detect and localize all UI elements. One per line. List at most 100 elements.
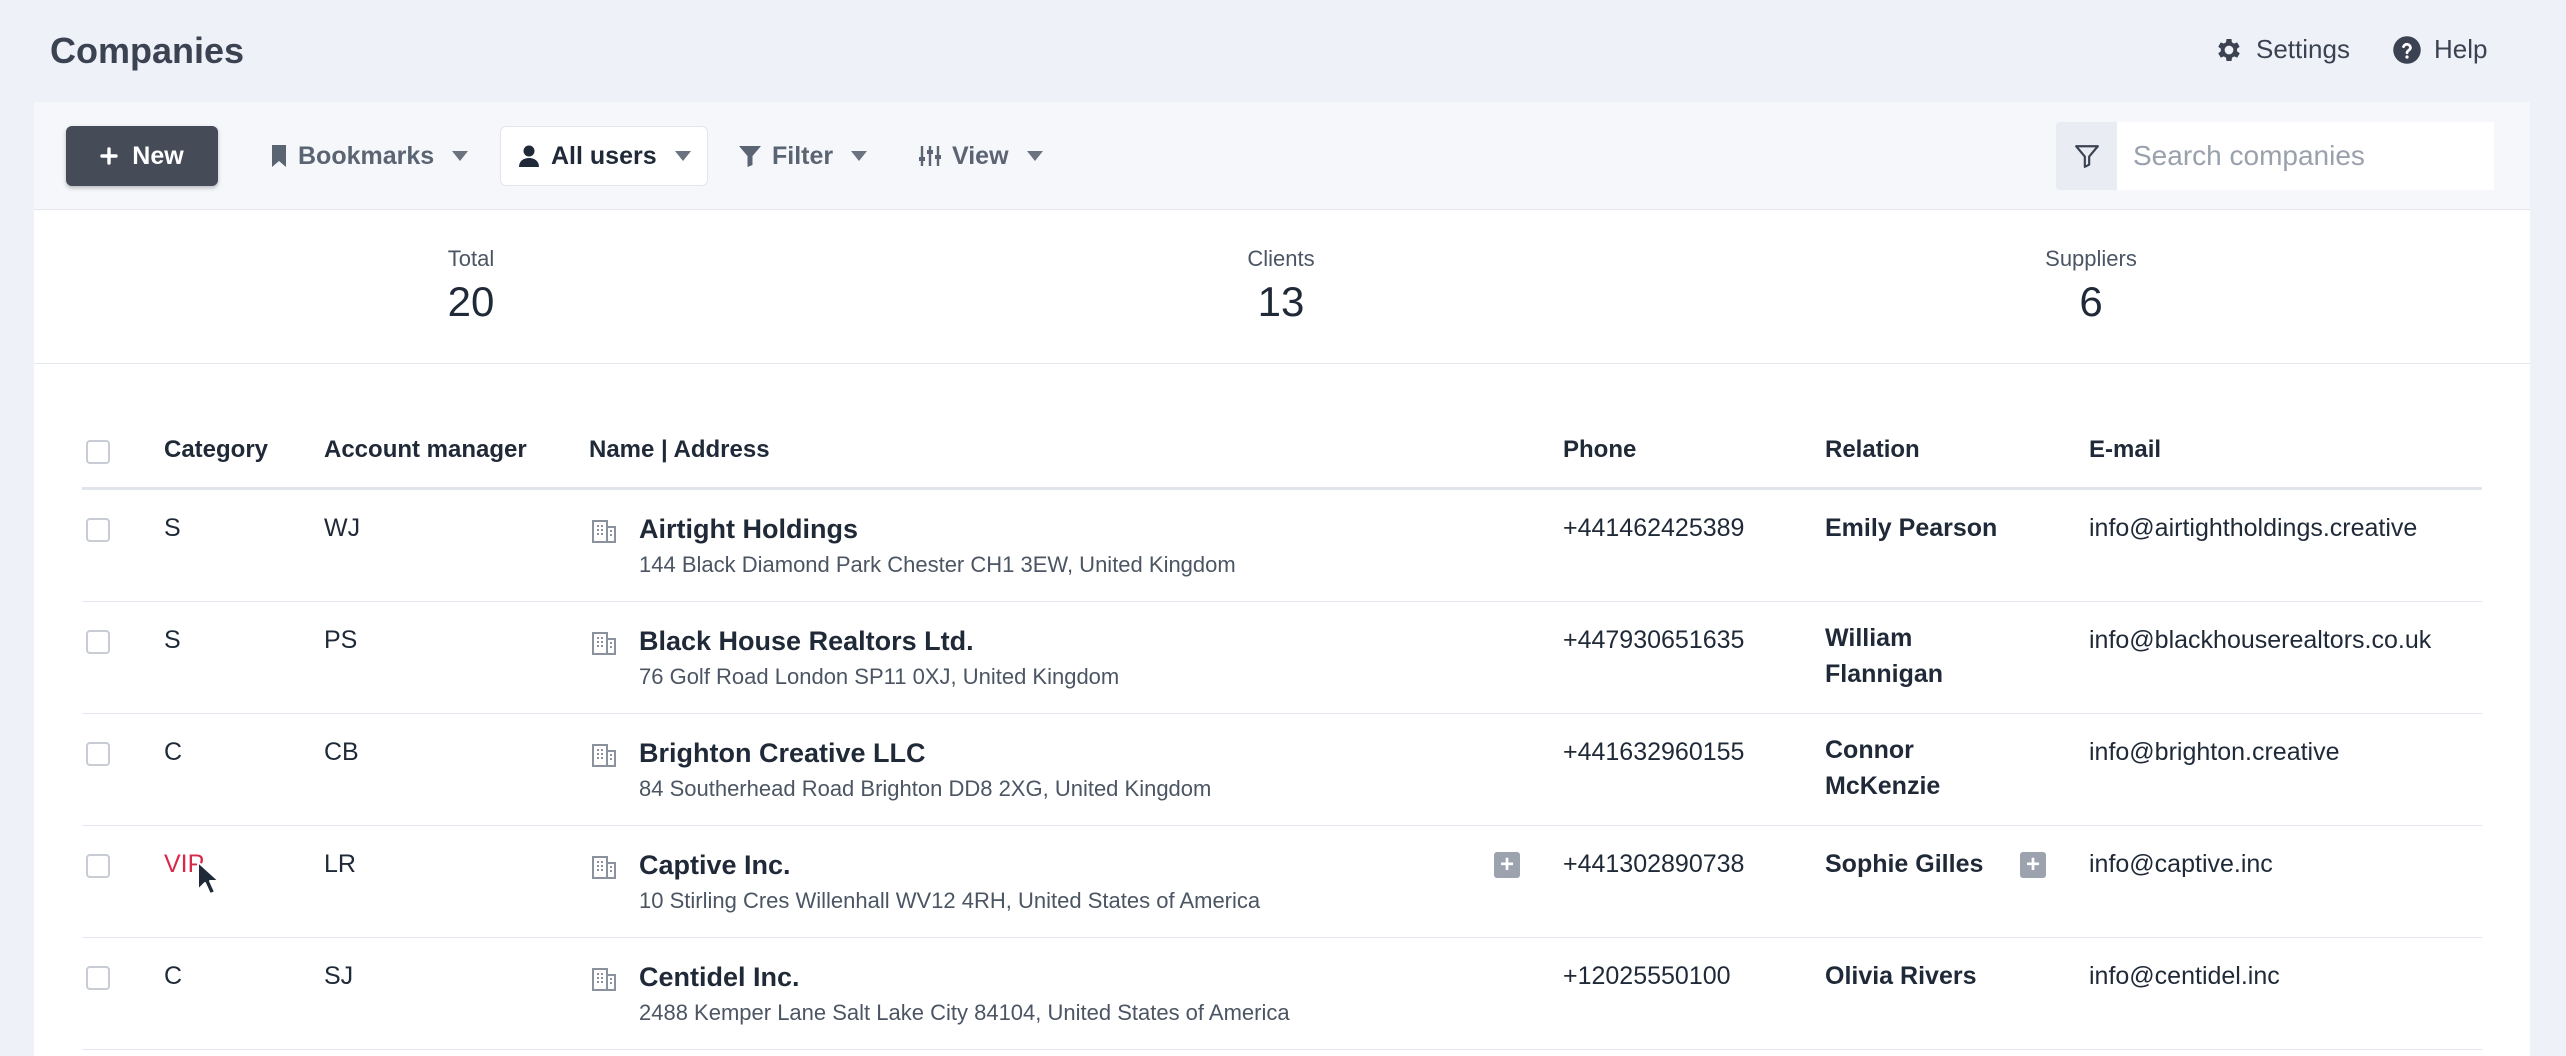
stat-total: Total 20	[371, 246, 571, 326]
stats-bar: Total 20 Clients 13 Suppliers 6	[34, 210, 2530, 364]
table-row[interactable]: S WJ Airtight Holdings 144 Black Diamond…	[82, 490, 2482, 602]
chevron-down-icon	[851, 151, 868, 161]
relation-first-name: Connor	[1825, 736, 1914, 764]
phone-cell[interactable]: +441632960155	[1563, 738, 1744, 767]
bookmarks-dropdown[interactable]: Bookmarks	[270, 126, 469, 186]
table-row[interactable]: C SJ Centidel Inc. 2488 Kemper Lane Salt…	[82, 938, 2482, 1050]
relation-cell[interactable]: Olivia Rivers	[1825, 962, 1976, 991]
select-all-checkbox[interactable]	[86, 440, 110, 464]
company-address: 84 Southerhead Road Brighton DD8 2XG, Un…	[639, 776, 1212, 801]
email-cell[interactable]: info@centidel.inc	[2089, 962, 2280, 991]
column-header-category[interactable]: Category	[164, 436, 268, 464]
company-address: 2488 Kemper Lane Salt Lake City 84104, U…	[639, 1000, 1290, 1025]
toolbar: New Bookmarks All users Filter View	[34, 102, 2530, 210]
relation-cell[interactable]: Emily Pearson	[1825, 514, 1997, 543]
relation-first-name: William	[1825, 624, 1913, 652]
gear-icon	[2218, 38, 2240, 61]
filter-icon	[2074, 145, 2099, 168]
manager-cell: SJ	[324, 962, 354, 990]
table-row[interactable]: C CB Brighton Creative LLC 84 Southerhea…	[82, 714, 2482, 826]
manager-cell: PS	[324, 626, 358, 654]
search-box	[2056, 122, 2494, 190]
manager-cell: WJ	[324, 514, 361, 542]
settings-link[interactable]: Settings	[2214, 34, 2350, 65]
phone-cell[interactable]: +447930651635	[1563, 626, 1744, 655]
category-cell: S	[164, 514, 181, 542]
row-checkbox[interactable]	[86, 630, 110, 654]
sliders-icon	[919, 146, 941, 166]
company-address: 10 Stirling Cres Willenhall WV12 4RH, Un…	[639, 888, 1261, 913]
phone-cell[interactable]: +441462425389	[1563, 514, 1744, 543]
building-icon	[592, 744, 616, 767]
table-row[interactable]: VIP LR Captive Inc. 10 Stirling Cres Wil…	[82, 826, 2482, 938]
filter-icon	[739, 146, 761, 167]
help-link[interactable]: Help	[2392, 34, 2487, 65]
view-label: View	[952, 141, 1009, 170]
phone-cell[interactable]: +12025550100	[1563, 962, 1731, 991]
relation-cell[interactable]: Sophie Gilles	[1825, 850, 1983, 879]
bookmark-icon	[272, 145, 286, 167]
stat-value: 6	[2079, 278, 2103, 325]
email-cell[interactable]: info@brighton.creative	[2089, 738, 2340, 767]
column-header-relation[interactable]: Relation	[1825, 436, 1920, 464]
relation-last-name: Flannigan	[1825, 660, 1944, 688]
new-button-label: New	[132, 141, 184, 170]
add-address-button[interactable]: +	[1494, 852, 1520, 878]
building-icon	[592, 632, 616, 655]
users-dropdown[interactable]: All users	[500, 126, 708, 186]
company-name[interactable]: Brighton Creative LLC	[639, 738, 926, 769]
email-cell[interactable]: info@captive.inc	[2089, 850, 2273, 879]
company-name[interactable]: Centidel Inc.	[639, 962, 800, 993]
row-checkbox[interactable]	[86, 742, 110, 766]
stat-value: 20	[447, 278, 495, 325]
column-header-account-manager[interactable]: Account manager	[324, 436, 527, 464]
stat-label: Suppliers	[2045, 246, 2137, 271]
row-checkbox[interactable]	[86, 518, 110, 542]
email-cell[interactable]: info@airtightholdings.creative	[2089, 514, 2417, 543]
stat-clients: Clients 13	[1181, 246, 1381, 326]
company-address: 76 Golf Road London SP11 0XJ, United Kin…	[639, 664, 1120, 689]
column-header-name-address[interactable]: Name | Address	[589, 436, 770, 464]
user-icon	[519, 145, 539, 167]
users-label: All users	[551, 141, 657, 170]
manager-cell: LR	[324, 850, 356, 878]
company-name[interactable]: Airtight Holdings	[639, 514, 858, 545]
search-filter-button[interactable]	[2056, 122, 2117, 190]
stat-suppliers: Suppliers 6	[1991, 246, 2191, 326]
page-title: Companies	[50, 30, 245, 71]
filter-dropdown[interactable]: Filter	[738, 126, 868, 186]
company-name[interactable]: Captive Inc.	[639, 850, 791, 881]
new-button[interactable]: New	[66, 126, 218, 186]
manager-cell: CB	[324, 738, 359, 766]
companies-table: Category Account manager Name | Address …	[82, 422, 2482, 1050]
settings-label: Settings	[2256, 34, 2350, 64]
building-icon	[592, 968, 616, 991]
relation-cell[interactable]: William Flannigan	[1825, 620, 1943, 692]
phone-cell[interactable]: +441302890738	[1563, 850, 1744, 879]
email-cell[interactable]: info@blackhouserealtors.co.uk	[2089, 626, 2431, 655]
row-checkbox[interactable]	[86, 854, 110, 878]
help-label: Help	[2434, 34, 2488, 64]
search-input[interactable]	[2117, 122, 2494, 190]
column-header-email[interactable]: E-mail	[2089, 436, 2161, 464]
view-dropdown[interactable]: View	[918, 126, 1043, 186]
company-address: 144 Black Diamond Park Chester CH1 3EW, …	[639, 552, 1236, 577]
relation-cell[interactable]: Connor McKenzie	[1825, 732, 1940, 804]
building-icon	[592, 856, 616, 879]
plus-icon	[100, 147, 118, 165]
company-name[interactable]: Black House Realtors Ltd.	[639, 626, 974, 657]
add-relation-button[interactable]: +	[2020, 852, 2046, 878]
top-bar: Companies Settings Help	[0, 0, 2566, 100]
table-header: Category Account manager Name | Address …	[82, 422, 2482, 490]
column-header-phone[interactable]: Phone	[1563, 436, 1636, 464]
stat-label: Clients	[1247, 246, 1315, 271]
filter-label: Filter	[772, 141, 834, 170]
building-icon	[592, 520, 616, 543]
help-icon	[2393, 35, 2421, 64]
relation-last-name: McKenzie	[1825, 772, 1941, 800]
cursor-icon	[197, 861, 220, 895]
stat-label: Total	[447, 246, 495, 271]
row-checkbox[interactable]	[86, 966, 110, 990]
table-row[interactable]: S PS Black House Realtors Ltd. 76 Golf R…	[82, 602, 2482, 714]
chevron-down-icon	[452, 151, 469, 161]
